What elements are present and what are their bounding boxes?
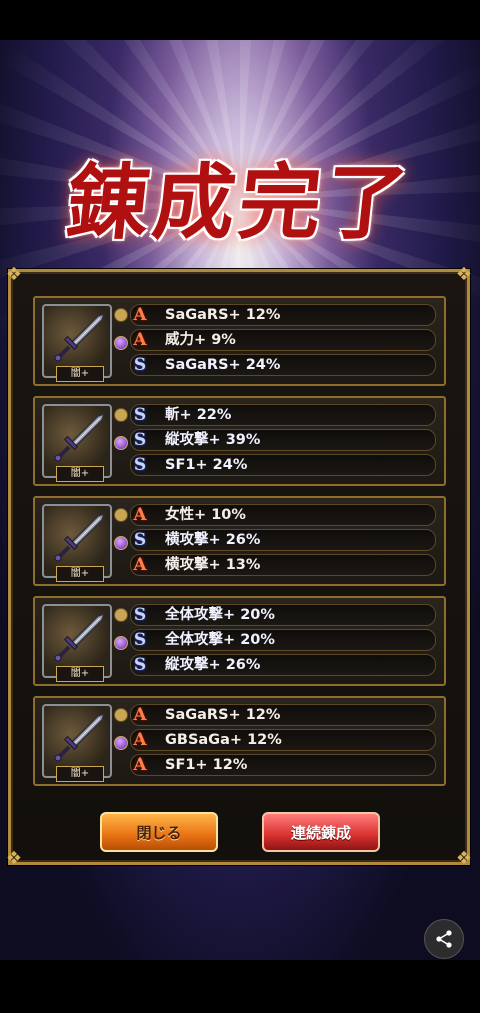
purple-gem-icon	[114, 636, 128, 650]
rank-s-icon: S	[133, 455, 147, 475]
rank-a-icon: A	[133, 505, 147, 525]
ornament-icon: ❖	[5, 848, 23, 869]
stat-row: S 横攻撃+ 26%	[130, 529, 436, 551]
weapon-slot: 闇+	[42, 604, 112, 682]
weapon-card: 闇+ S 斬+ 22% S 縦攻撃+ 39% S SF1+ 24%	[33, 396, 446, 486]
stat-text: 縦攻撃+ 26%	[165, 657, 261, 673]
weapon-element-label: 闇+	[56, 366, 104, 382]
stat-row: A SaGaRS+ 12%	[130, 304, 436, 326]
stat-row: S SaGaRS+ 24%	[130, 354, 436, 376]
purple-gem-icon	[114, 436, 128, 450]
rank-s-icon: S	[133, 605, 147, 625]
weapon-element-label: 闇+	[56, 466, 104, 482]
stat-text: 全体攻撃+ 20%	[165, 632, 275, 648]
weapon-card: 闇+ A 女性+ 10% S 横攻撃+ 26% A 横攻撃+ 13%	[33, 496, 446, 586]
stat-text: 横攻撃+ 26%	[165, 532, 261, 548]
weapon-card: 闇+ S 全体攻撃+ 20% S 全体攻撃+ 20% S 縦攻撃+ 26%	[33, 596, 446, 686]
stat-row: A SaGaRS+ 12%	[130, 704, 436, 726]
purple-gem-icon	[114, 336, 128, 350]
slot-gem-icon	[114, 308, 128, 322]
slot-gem-icon	[114, 708, 128, 722]
stat-text: 横攻撃+ 13%	[165, 557, 261, 573]
rank-s-icon: S	[133, 355, 147, 375]
sword-icon	[54, 612, 106, 662]
stat-text: 女性+ 10%	[165, 507, 246, 523]
stat-row: A GBSaGa+ 12%	[130, 729, 436, 751]
weapon-slot: 闇+	[42, 404, 112, 482]
purple-gem-icon	[114, 536, 128, 550]
purple-gem-icon	[114, 736, 128, 750]
stat-text: 縦攻撃+ 39%	[165, 432, 261, 448]
share-icon	[436, 930, 452, 948]
stat-row: S 斬+ 22%	[130, 404, 436, 426]
stat-text: 全体攻撃+ 20%	[165, 607, 275, 623]
rank-a-icon: A	[133, 755, 147, 775]
sword-icon	[54, 512, 106, 562]
stat-row: A SF1+ 12%	[130, 754, 436, 776]
ornament-icon: ❖	[455, 848, 473, 869]
sword-icon	[54, 712, 106, 762]
share-button[interactable]	[424, 919, 464, 959]
weapon-element-label: 闇+	[56, 766, 104, 782]
sword-icon	[54, 312, 106, 362]
stat-text: 斬+ 22%	[165, 407, 232, 423]
weapon-element-label: 闇+	[56, 666, 104, 682]
stat-row: S 縦攻撃+ 26%	[130, 654, 436, 676]
stat-row: S SF1+ 24%	[130, 454, 436, 476]
rank-a-icon: A	[133, 555, 147, 575]
stat-text: SaGaRS+ 24%	[165, 357, 281, 373]
sword-icon	[54, 412, 106, 462]
stat-text: SF1+ 24%	[165, 457, 248, 473]
stat-text: 威力+ 9%	[165, 332, 236, 348]
rank-a-icon: A	[133, 705, 147, 725]
stat-text: SF1+ 12%	[165, 757, 248, 773]
weapon-element-label: 闇+	[56, 566, 104, 582]
ornament-icon: ❖	[455, 264, 473, 285]
weapon-card: 闇+ A SaGaRS+ 12% A 威力+ 9% S SaGaRS+ 24%	[33, 296, 446, 386]
rank-s-icon: S	[133, 630, 147, 650]
rank-s-icon: S	[133, 530, 147, 550]
continue-refine-button[interactable]: 連続錬成	[262, 812, 380, 852]
rank-s-icon: S	[133, 405, 147, 425]
stat-row: S 全体攻撃+ 20%	[130, 629, 436, 651]
ornament-icon: ❖	[5, 264, 23, 285]
rank-a-icon: A	[133, 305, 147, 325]
weapon-card: 闇+ A SaGaRS+ 12% A GBSaGa+ 12% A SF1+ 12%	[33, 696, 446, 786]
stat-row: A 女性+ 10%	[130, 504, 436, 526]
stat-row: A 威力+ 9%	[130, 329, 436, 351]
stat-text: SaGaRS+ 12%	[165, 707, 281, 723]
stat-row: S 全体攻撃+ 20%	[130, 604, 436, 626]
rank-a-icon: A	[133, 730, 147, 750]
stat-row: S 縦攻撃+ 39%	[130, 429, 436, 451]
stat-text: GBSaGa+ 12%	[165, 732, 282, 748]
weapon-slot: 闇+	[42, 704, 112, 782]
slot-gem-icon	[114, 608, 128, 622]
slot-gem-icon	[114, 508, 128, 522]
close-button[interactable]: 閉じる	[100, 812, 218, 852]
page-title: 錬成完了	[62, 154, 417, 251]
rank-a-icon: A	[133, 330, 147, 350]
slot-gem-icon	[114, 408, 128, 422]
weapon-slot: 闇+	[42, 504, 112, 582]
stat-text: SaGaRS+ 12%	[165, 307, 281, 323]
weapon-slot: 闇+	[42, 304, 112, 382]
stat-row: A 横攻撃+ 13%	[130, 554, 436, 576]
rank-s-icon: S	[133, 655, 147, 675]
rank-s-icon: S	[133, 430, 147, 450]
